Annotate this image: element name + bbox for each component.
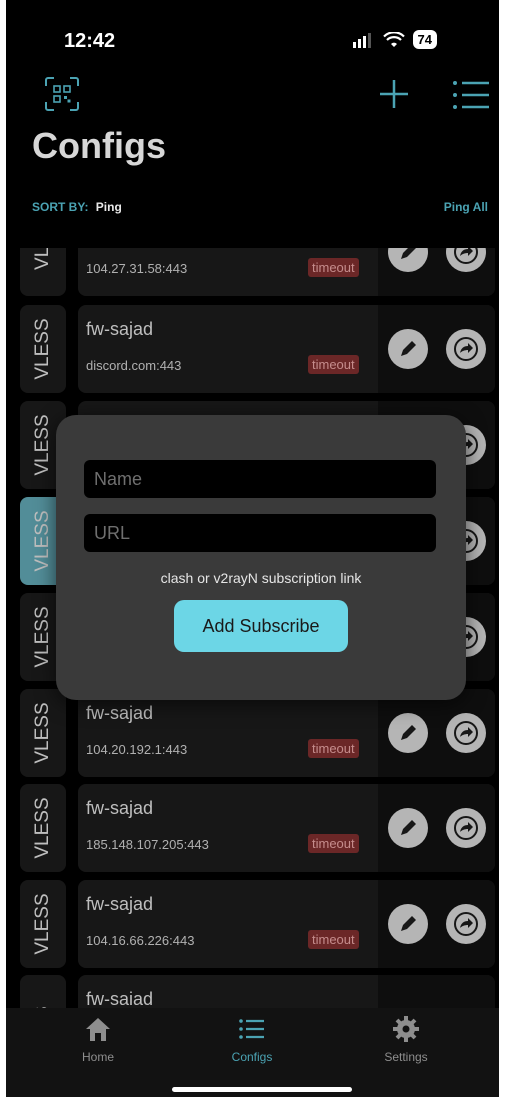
sort-label: SORT BY: [32, 200, 89, 214]
sort-selector[interactable]: Ping [96, 200, 122, 214]
list-menu-icon[interactable] [451, 78, 491, 112]
home-indicator [172, 1087, 352, 1092]
ping-all-button[interactable]: Ping All [444, 200, 488, 214]
subscription-help-text: clash or v2rayN subscription link [160, 570, 362, 586]
name-input[interactable] [84, 460, 436, 498]
status-bar: 12:42 74 [6, 0, 499, 60]
wifi-icon [382, 31, 405, 47]
bottom-tab-bar: Home Configs Settings [6, 1008, 499, 1097]
gear-icon [393, 1016, 419, 1042]
sort-bar: SORT BY: Ping Ping All [32, 200, 488, 220]
add-subscribe-button[interactable]: Add Subscribe [174, 600, 348, 652]
tab-settings-label: Settings [384, 1050, 428, 1064]
list-icon [239, 1019, 264, 1039]
status-time: 12:42 [64, 30, 116, 52]
phone-screen: 12:42 74 Configs SORT BY: Ping Ping All … [6, 0, 499, 1097]
add-icon[interactable] [376, 76, 412, 112]
tab-settings[interactable]: Settings [346, 1008, 466, 1078]
tab-configs-label: Configs [231, 1050, 273, 1064]
add-subscription-dialog: clash or v2rayN subscription link Add Su… [56, 415, 466, 700]
page-title: Configs [32, 125, 166, 166]
home-icon [86, 1018, 110, 1041]
url-input[interactable] [84, 514, 436, 552]
header-toolbar [6, 70, 499, 120]
qr-scan-icon[interactable] [44, 76, 80, 112]
tab-home[interactable]: Home [38, 1008, 158, 1078]
tab-home-label: Home [81, 1050, 114, 1064]
tab-configs[interactable]: Configs [192, 1008, 312, 1078]
battery-indicator: 74 [412, 30, 437, 49]
signal-icon [352, 32, 371, 48]
status-icons: 74 [352, 30, 437, 49]
